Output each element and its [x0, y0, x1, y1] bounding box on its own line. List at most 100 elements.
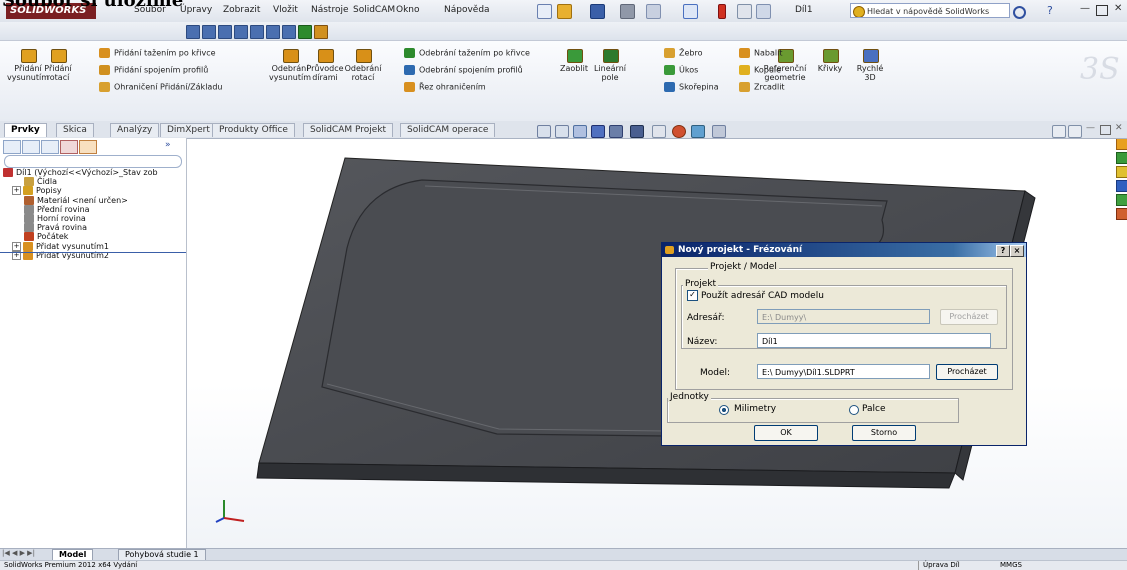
- display-manager-tab-icon[interactable]: [79, 140, 97, 154]
- help-search-input[interactable]: Hledat v nápovědě SolidWorks: [850, 3, 1010, 18]
- tab-2[interactable]: Analýzy: [110, 123, 160, 137]
- tab-1[interactable]: Skica: [56, 123, 94, 137]
- command-icon-9[interactable]: [863, 49, 879, 63]
- select-icon[interactable]: [683, 4, 698, 19]
- command-small_col2-0[interactable]: Odebrání tažením po křivce: [404, 48, 530, 58]
- expand-panel-icon[interactable]: »: [165, 140, 171, 150]
- tree-item[interactable]: + Přidat vysunutím1: [12, 241, 109, 251]
- command-small_col3-2[interactable]: Skořepina: [664, 82, 719, 92]
- command-small_col4-0[interactable]: Nabalit: [739, 48, 782, 58]
- command-icon-0[interactable]: [21, 49, 37, 63]
- dialog-title-bar[interactable]: Nový projekt - Frézování: [662, 243, 1026, 257]
- menu-2[interactable]: Zobrazit: [223, 5, 260, 15]
- tree-item[interactable]: + Popisy: [12, 186, 62, 196]
- feature-tree-tab-icon[interactable]: [3, 140, 21, 154]
- command-icon-3[interactable]: [318, 49, 334, 63]
- view-settings-icon[interactable]: [712, 125, 726, 138]
- toolbar-icon[interactable]: [186, 25, 200, 39]
- zoom-area-icon[interactable]: [555, 125, 569, 138]
- inches-radio[interactable]: [849, 405, 859, 415]
- command-small_col1-0[interactable]: Přidání tažením po křivce: [99, 48, 216, 58]
- ok-button[interactable]: OK: [754, 425, 818, 441]
- command-small_col3-1[interactable]: Úkos: [664, 65, 698, 75]
- cancel-button[interactable]: Storno: [852, 425, 916, 441]
- toolbar-icon[interactable]: [266, 25, 280, 39]
- restore-icon[interactable]: [1096, 5, 1108, 16]
- millimeters-radio[interactable]: [719, 405, 729, 415]
- tree-item[interactable]: Přední rovina: [24, 204, 90, 214]
- library-icon[interactable]: [1116, 152, 1127, 164]
- name-field[interactable]: Díl1: [757, 333, 991, 348]
- menu-4[interactable]: Nástroje: [311, 5, 349, 15]
- tree-item[interactable]: Čidla: [24, 177, 57, 187]
- scene-icon[interactable]: [691, 125, 705, 138]
- command-button-6[interactable]: Lineární pole: [586, 64, 634, 82]
- section-view-icon[interactable]: [591, 125, 605, 138]
- command-small_col1-1[interactable]: Přidání spojením profilů: [99, 65, 208, 75]
- hide-show-icon[interactable]: [652, 125, 666, 138]
- doc-close-icon[interactable]: ✕: [1115, 123, 1123, 133]
- help-question-icon[interactable]: ?: [1047, 4, 1053, 17]
- previous-view-icon[interactable]: [573, 125, 587, 138]
- expand-icon[interactable]: +: [12, 241, 21, 251]
- print-icon[interactable]: [620, 4, 635, 19]
- options-icon[interactable]: [737, 4, 752, 19]
- dimxpert-tab-icon[interactable]: [60, 140, 78, 154]
- tab-4[interactable]: Produkty Office: [212, 123, 295, 137]
- command-small_col4-2[interactable]: Zrcadlit: [739, 82, 785, 92]
- command-small_col4-1[interactable]: Kopule: [739, 65, 781, 75]
- browse-model-button[interactable]: Procházet: [936, 364, 998, 380]
- display-style-icon[interactable]: [630, 125, 644, 138]
- search-icon[interactable]: [1013, 6, 1026, 19]
- toolbar-icon[interactable]: [234, 25, 248, 39]
- tile-vertical-icon[interactable]: [1068, 125, 1082, 138]
- tab-3[interactable]: DimXpert: [160, 123, 217, 137]
- command-button-4[interactable]: Odebrání rotací: [339, 64, 387, 82]
- undo-icon[interactable]: [646, 4, 661, 19]
- palette-icon[interactable]: [1116, 180, 1127, 192]
- rebuild-icon[interactable]: [718, 4, 726, 19]
- command-button-9[interactable]: Rychlé 3D: [846, 64, 894, 82]
- view-orientation-icon[interactable]: [609, 125, 623, 138]
- tree-item[interactable]: Díl1 (Výchozí<<Výchozí>_Stav zob: [3, 168, 158, 177]
- layout-icon[interactable]: [756, 4, 771, 19]
- tree-item[interactable]: Počátek: [24, 232, 68, 242]
- menu-7[interactable]: Nápověda: [444, 5, 490, 15]
- command-icon-4[interactable]: [356, 49, 372, 63]
- explorer-icon[interactable]: [1116, 166, 1127, 178]
- tree-filter-input[interactable]: [4, 155, 182, 168]
- configuration-tab-icon[interactable]: [41, 140, 59, 154]
- command-small_col2-1[interactable]: Odebrání spojením profilů: [404, 65, 523, 75]
- tab-0[interactable]: Prvky: [4, 123, 47, 137]
- dialog-close-button[interactable]: ×: [1010, 245, 1024, 257]
- command-small_col3-0[interactable]: Žebro: [664, 48, 703, 58]
- property-manager-tab-icon[interactable]: [22, 140, 40, 154]
- task-pane-icons[interactable]: [1116, 138, 1127, 228]
- tree-item[interactable]: Materiál <není určen>: [24, 195, 128, 205]
- rollback-bar[interactable]: [0, 252, 186, 253]
- menu-3[interactable]: Vložit: [273, 5, 298, 15]
- open-folder-icon[interactable]: [557, 4, 572, 19]
- toolbar-icon[interactable]: [202, 25, 216, 39]
- toolbar-icon[interactable]: [218, 25, 232, 39]
- minimize-icon[interactable]: —: [1080, 3, 1090, 14]
- tree-item[interactable]: Horní rovina: [24, 214, 86, 223]
- expand-icon[interactable]: +: [12, 186, 21, 196]
- model-field[interactable]: E:\ Dumyy\Díl1.SLDPRT: [757, 364, 930, 379]
- zoom-fit-icon[interactable]: [537, 125, 551, 138]
- directory-field[interactable]: E:\ Dumyy\: [757, 309, 930, 324]
- browse-directory-button[interactable]: Procházet: [940, 309, 998, 325]
- properties-icon[interactable]: [1116, 208, 1127, 220]
- tree-item[interactable]: Pravá rovina: [24, 223, 87, 233]
- tile-horizontal-icon[interactable]: [1052, 125, 1066, 138]
- toolbar-icon[interactable]: [298, 25, 312, 39]
- use-cad-directory-checkbox[interactable]: ✓: [687, 290, 698, 301]
- tab-5[interactable]: SolidCAM Projekt: [303, 123, 394, 137]
- menu-6[interactable]: Okno: [396, 5, 420, 15]
- command-icon-5[interactable]: [567, 49, 583, 63]
- command-small_col1-2[interactable]: Ohraničení Přidání/Základu: [99, 82, 222, 92]
- save-icon[interactable]: [590, 4, 605, 19]
- menu-1[interactable]: Úpravy: [180, 5, 212, 15]
- command-icon-1[interactable]: [51, 49, 67, 63]
- new-document-icon[interactable]: [537, 4, 552, 19]
